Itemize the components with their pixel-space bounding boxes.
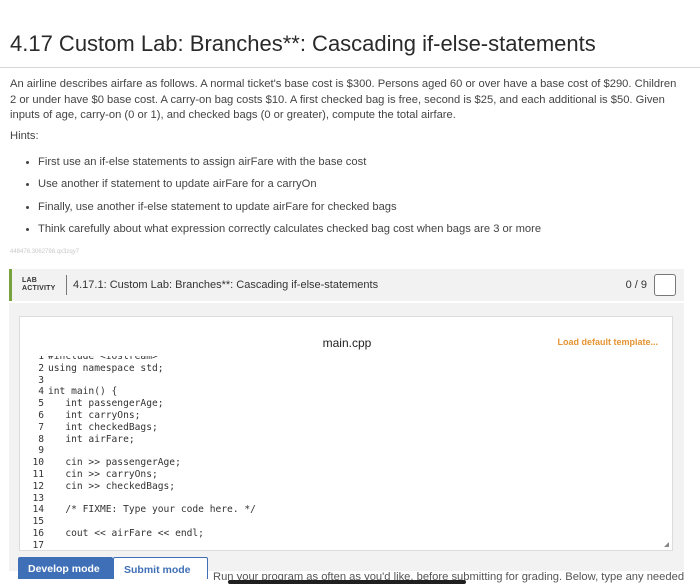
hint-item: Use another if statement to update airFa… [38, 175, 541, 197]
lab-activity-header: LAB ACTIVITY 4.17.1: Custom Lab: Branche… [9, 269, 684, 301]
lab-panel: main.cpp Load default template... 1 #incl… [9, 303, 684, 579]
line-number: 15 [32, 516, 44, 528]
hints-label: Hints: [10, 130, 39, 142]
lab-description: An airline describes airfare as follows.… [10, 78, 677, 121]
lab-tag-line2: ACTIVITY [22, 285, 56, 292]
code-area[interactable]: 1 #include <iostream> 2 using namespace std… [20, 356, 672, 551]
code-line[interactable]: 16 cout << airFare << endl; [20, 528, 204, 540]
code-line[interactable]: 8 int airFare; [20, 433, 134, 446]
activity-id: 448478.3062798.qx3zqy7 [10, 249, 80, 255]
code-line[interactable]: 6 int carryOns; [20, 410, 140, 422]
load-default-template-link[interactable]: Load default template... [557, 337, 658, 347]
line-number: 14 [32, 504, 44, 516]
code-editor[interactable]: main.cpp Load default template... 1 #incl… [19, 316, 673, 551]
lab-activity-tag: LAB ACTIVITY [22, 277, 56, 293]
code-text[interactable]: int airFare; [44, 434, 134, 445]
code-line[interactable]: 2 using namespace std; [20, 362, 164, 375]
line-number: 9 [38, 445, 44, 457]
code-line[interactable]: 7 int checkedBags; [20, 422, 158, 434]
code-text[interactable]: cin >> checkedBags; [44, 481, 175, 492]
code-line[interactable]: 14 /* FIXME: Type your code here. */ [20, 504, 256, 516]
code-line[interactable]: 13 [20, 493, 48, 505]
code-text[interactable]: int carryOns; [44, 410, 140, 421]
code-text[interactable] [44, 540, 48, 550]
code-line[interactable]: 12 cin >> checkedBags; [20, 481, 175, 493]
code-line[interactable]: 11 cin >> carryOns; [20, 469, 157, 481]
develop-mode-tab[interactable]: Develop mode [18, 557, 113, 579]
line-number: 2 [38, 362, 44, 374]
code-line[interactable]: 17 [20, 539, 48, 551]
code-line[interactable]: 4 int main() { [20, 386, 117, 398]
code-text[interactable]: int main() { [44, 386, 117, 397]
code-text[interactable]: #include <iostream> [44, 356, 158, 362]
code-text[interactable]: int passengerAge; [44, 398, 163, 409]
hints-list: First use an if-else statements to assig… [24, 153, 541, 243]
code-text[interactable]: int checkedBags; [44, 422, 157, 433]
submit-mode-tab[interactable]: Submit mode [113, 557, 208, 579]
line-number: 16 [32, 528, 44, 539]
line-number: 13 [32, 492, 44, 504]
code-text[interactable] [44, 445, 48, 456]
line-number: 12 [32, 480, 44, 492]
line-number: 3 [38, 374, 44, 386]
line-number: 7 [38, 421, 44, 433]
code-line[interactable]: 5 int passengerAge; [20, 398, 163, 410]
completion-checkbox-icon [654, 274, 676, 296]
line-number: 8 [38, 433, 44, 445]
horizontal-scrollbar[interactable] [228, 580, 466, 584]
code-text[interactable] [44, 375, 48, 386]
code-line[interactable]: 9 [20, 445, 48, 457]
code-text[interactable]: /* FIXME: Type your code here. */ [44, 504, 256, 515]
code-text[interactable]: using namespace std; [44, 363, 164, 374]
code-line[interactable]: 15 [20, 516, 48, 528]
hint-item: First use an if-else statements to assig… [38, 153, 541, 175]
code-line[interactable]: 1 #include <iostream> [20, 356, 158, 363]
lab-tag-line1: LAB [22, 277, 37, 284]
code-text[interactable] [44, 516, 48, 527]
line-number: 1 [38, 356, 44, 362]
code-text[interactable]: cout << airFare << endl; [44, 528, 204, 539]
line-number: 5 [38, 398, 44, 410]
code-line[interactable]: 3 [20, 375, 48, 387]
hint-item: Think carefully about what expression co… [38, 220, 541, 242]
line-number: 6 [38, 410, 44, 421]
resize-grip-icon[interactable] [664, 542, 669, 547]
code-text[interactable]: cin >> passengerAge; [44, 457, 181, 468]
title-divider [0, 67, 700, 68]
code-text[interactable]: cin >> carryOns; [44, 469, 157, 480]
line-number: 10 [32, 457, 44, 469]
page-title: 4.17 Custom Lab: Branches**: Cascading i… [10, 31, 596, 56]
hint-item: Finally, use another if-else statement t… [38, 198, 541, 220]
code-text[interactable] [44, 493, 48, 504]
lab-activity-title: 4.17.1: Custom Lab: Branches**: Cascadin… [73, 279, 379, 291]
line-number: 4 [38, 386, 44, 398]
code-line[interactable]: 10 cin >> passengerAge; [20, 457, 181, 469]
line-number: 17 [32, 539, 44, 551]
line-number: 11 [32, 469, 44, 480]
score-display: 0 / 9 [625, 279, 647, 291]
lab-header-divider [66, 275, 67, 295]
